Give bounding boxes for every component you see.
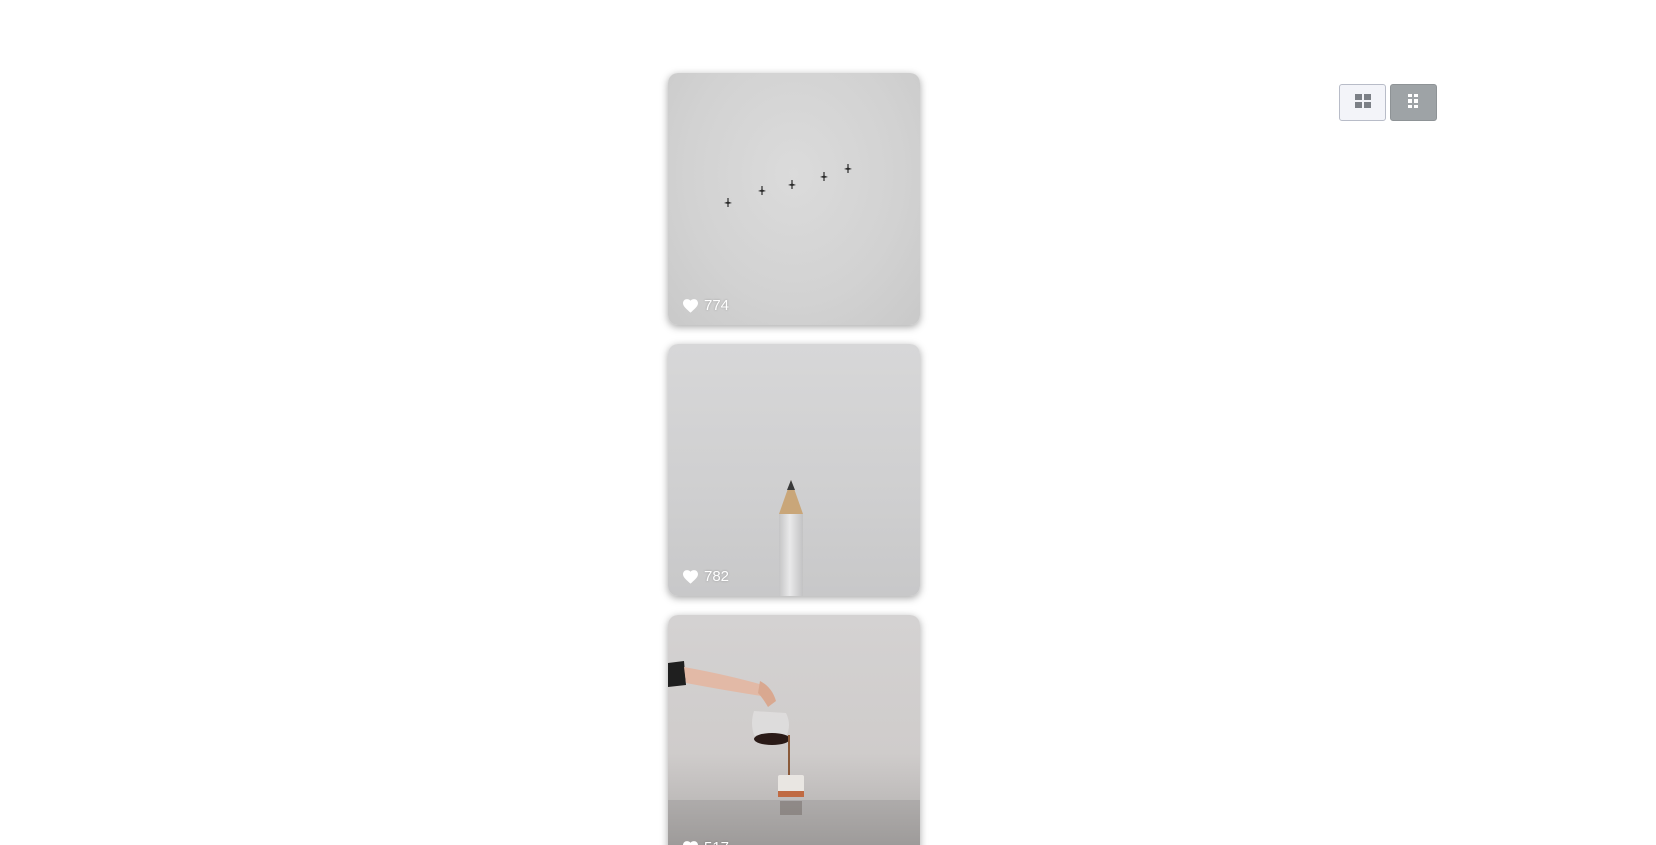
photo-pencil-tip: [668, 344, 920, 596]
like-count[interactable]: 517: [682, 839, 729, 845]
like-count[interactable]: 774: [682, 297, 729, 314]
photo-birds-in-sky: [668, 73, 920, 325]
photo-card[interactable]: 782: [668, 344, 920, 596]
like-count-value: 774: [704, 297, 730, 314]
page: 774 782: [0, 0, 1656, 845]
like-count-value: 782: [704, 568, 730, 585]
column-view-button[interactable]: [1390, 84, 1437, 121]
photo-card[interactable]: 774: [668, 73, 920, 325]
photo-gallery: 774 782: [668, 73, 920, 845]
heart-icon: [682, 569, 699, 584]
like-count-value: 517: [704, 839, 729, 845]
photo-card[interactable]: 517: [668, 615, 920, 845]
like-count[interactable]: 782: [682, 568, 729, 585]
heart-icon: [682, 298, 699, 313]
grid-view-button[interactable]: [1339, 84, 1386, 121]
grid-2-column-icon: [1408, 93, 1419, 112]
grid-2x2-icon: [1354, 93, 1371, 112]
photo-coffee-pour: [668, 615, 920, 845]
view-toggle: [1339, 84, 1437, 121]
heart-icon: [682, 840, 699, 845]
